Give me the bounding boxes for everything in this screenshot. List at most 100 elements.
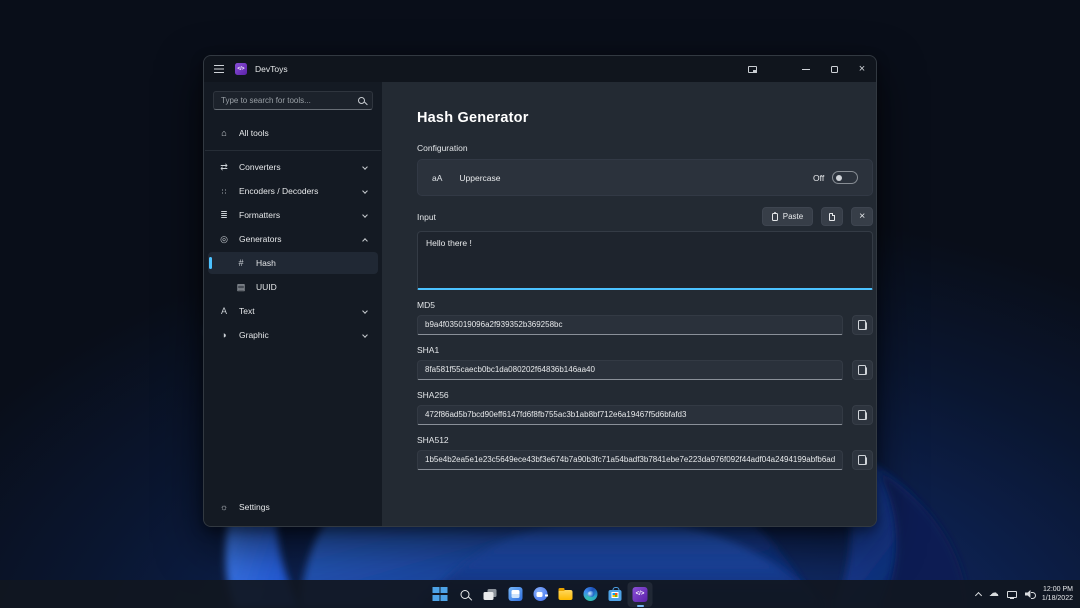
chevron-down-icon	[362, 308, 368, 314]
sidebar: ⌂ All tools ⇄ Converters ∷ Encoders / De…	[204, 82, 382, 526]
search-icon	[461, 590, 470, 599]
sidebar-item-uuid[interactable]: ▤ UUID	[208, 276, 378, 298]
search-input[interactable]	[221, 96, 358, 105]
sidebar-item-encoders-decoders[interactable]: ∷ Encoders / Decoders	[208, 180, 378, 202]
encoders-decoders-icon: ∷	[218, 187, 230, 196]
window-titlebar: </> DevToys ×	[204, 56, 876, 82]
network-icon[interactable]	[1007, 591, 1017, 598]
sidebar-item-label: All tools	[239, 128, 269, 138]
sidebar-item-hash[interactable]: # Hash	[208, 252, 378, 274]
taskbar-clock[interactable]: 12:00 PM 1/18/2022	[1042, 585, 1073, 604]
input-header: Input Paste ×	[417, 207, 873, 226]
paste-button[interactable]: Paste	[762, 207, 813, 226]
onedrive-cloud-icon[interactable]: ☁	[989, 589, 999, 599]
sha256-row: 472f86ad5b7bcd90eff6147fd6f8fb755ac3b1ab…	[417, 405, 873, 425]
formatters-icon: ≣	[218, 210, 230, 221]
generators-icon: ◎	[218, 234, 230, 245]
devtoys-app-icon: </>	[633, 587, 648, 602]
sidebar-nav: ⌂ All tools ⇄ Converters ∷ Encoders / De…	[204, 121, 382, 347]
widgets-button[interactable]	[503, 582, 528, 607]
load-file-button[interactable]	[821, 207, 843, 226]
edge-button[interactable]	[578, 582, 603, 607]
file-explorer-icon	[558, 590, 572, 601]
uppercase-aA-icon: aA	[432, 173, 442, 183]
minimize-icon	[802, 69, 810, 70]
sidebar-item-all-tools[interactable]: ⌂ All tools	[208, 122, 378, 144]
md5-copy-button[interactable]	[852, 315, 873, 335]
sidebar-item-graphic[interactable]: ◑ Graphic	[208, 324, 378, 346]
file-explorer-button[interactable]	[553, 582, 578, 607]
sidebar-item-label: Hash	[256, 258, 276, 268]
sidebar-item-label: UUID	[256, 282, 277, 292]
minimize-button[interactable]	[792, 56, 820, 82]
md5-row: b9a4f035019096a2f939352b369258bc	[417, 315, 873, 335]
sidebar-item-label: Formatters	[239, 210, 280, 220]
store-button[interactable]	[603, 582, 628, 607]
close-button[interactable]: ×	[848, 56, 876, 82]
graphic-tool-icon: ◑	[218, 330, 230, 340]
input-section-label: Input	[417, 212, 436, 222]
compact-overlay-button[interactable]	[738, 56, 766, 82]
sidebar-item-label: Graphic	[239, 330, 269, 340]
windows-start-icon	[433, 587, 447, 601]
hash-input-textarea[interactable]: Hello there !	[417, 231, 873, 290]
sha256-label: SHA256	[417, 390, 873, 400]
sidebar-item-label: Generators	[239, 234, 282, 244]
chevron-up-icon	[362, 238, 368, 244]
task-view-icon	[484, 589, 497, 600]
taskbar-center-icons: </>	[428, 582, 653, 607]
sha1-copy-button[interactable]	[852, 360, 873, 380]
copy-icon	[861, 367, 867, 375]
maximize-button[interactable]	[820, 56, 848, 82]
uppercase-setting-card: aA Uppercase Off	[417, 159, 873, 196]
copy-icon	[861, 457, 867, 465]
chevron-down-icon	[362, 164, 368, 170]
copy-icon	[861, 412, 867, 420]
sha256-output-field[interactable]: 472f86ad5b7bcd90eff6147fd6f8fb755ac3b1ab…	[417, 405, 843, 425]
taskbar-search-button[interactable]	[453, 582, 478, 607]
taskbar: </> ☁ 12:00 PM 1/18/2022	[0, 580, 1080, 608]
volume-icon[interactable]	[1025, 590, 1034, 598]
settings-gear-icon: ☼	[218, 502, 230, 512]
paste-button-label: Paste	[783, 212, 803, 221]
chat-button[interactable]	[528, 582, 553, 607]
sha512-output-field[interactable]: 1b5e4b2ea5e1e23c5649ece43bf3e674b7a90b3f…	[417, 450, 843, 470]
sidebar-item-generators[interactable]: ◎ Generators	[208, 228, 378, 250]
text-tool-icon: A	[218, 306, 230, 316]
app-title: DevToys	[255, 64, 288, 74]
hamburger-menu-icon[interactable]	[214, 65, 224, 73]
start-button[interactable]	[428, 582, 453, 607]
tool-search-box[interactable]	[213, 91, 373, 110]
sidebar-item-text[interactable]: A Text	[208, 300, 378, 322]
sha512-row: 1b5e4b2ea5e1e23c5649ece43bf3e674b7a90b3f…	[417, 450, 873, 470]
sidebar-item-label: Settings	[239, 502, 270, 512]
sidebar-spacer	[204, 347, 382, 495]
clock-date: 1/18/2022	[1042, 594, 1073, 603]
sidebar-item-converters[interactable]: ⇄ Converters	[208, 156, 378, 178]
chevron-up-icon	[975, 592, 982, 599]
chevron-down-icon	[362, 332, 368, 338]
sidebar-divider	[205, 150, 381, 151]
sidebar-item-formatters[interactable]: ≣ Formatters	[208, 204, 378, 226]
devtoys-taskbar-button[interactable]: </>	[628, 582, 653, 607]
clock-time: 12:00 PM	[1042, 585, 1073, 594]
page-title: Hash Generator	[417, 110, 873, 126]
sha256-copy-button[interactable]	[852, 405, 873, 425]
converters-icon: ⇄	[218, 162, 230, 173]
uppercase-toggle-state: Off	[813, 173, 824, 183]
close-icon: ×	[859, 64, 865, 75]
uppercase-toggle-switch[interactable]	[832, 171, 858, 184]
widgets-icon	[508, 587, 522, 601]
sha512-copy-button[interactable]	[852, 450, 873, 470]
sha1-label: SHA1	[417, 345, 873, 355]
search-icon[interactable]	[358, 97, 365, 104]
maximize-icon	[831, 66, 838, 73]
md5-output-field[interactable]: b9a4f035019096a2f939352b369258bc	[417, 315, 843, 335]
clear-input-button[interactable]: ×	[851, 207, 873, 226]
sha1-row: 8fa581f55caecb0bc1da080202f64836b146aa40	[417, 360, 873, 380]
tray-overflow-button[interactable]	[976, 590, 981, 598]
main-content: Hash Generator Configuration aA Uppercas…	[382, 82, 877, 526]
sha1-output-field[interactable]: 8fa581f55caecb0bc1da080202f64836b146aa40	[417, 360, 843, 380]
task-view-button[interactable]	[478, 582, 503, 607]
sidebar-item-settings[interactable]: ☼ Settings	[208, 496, 378, 518]
